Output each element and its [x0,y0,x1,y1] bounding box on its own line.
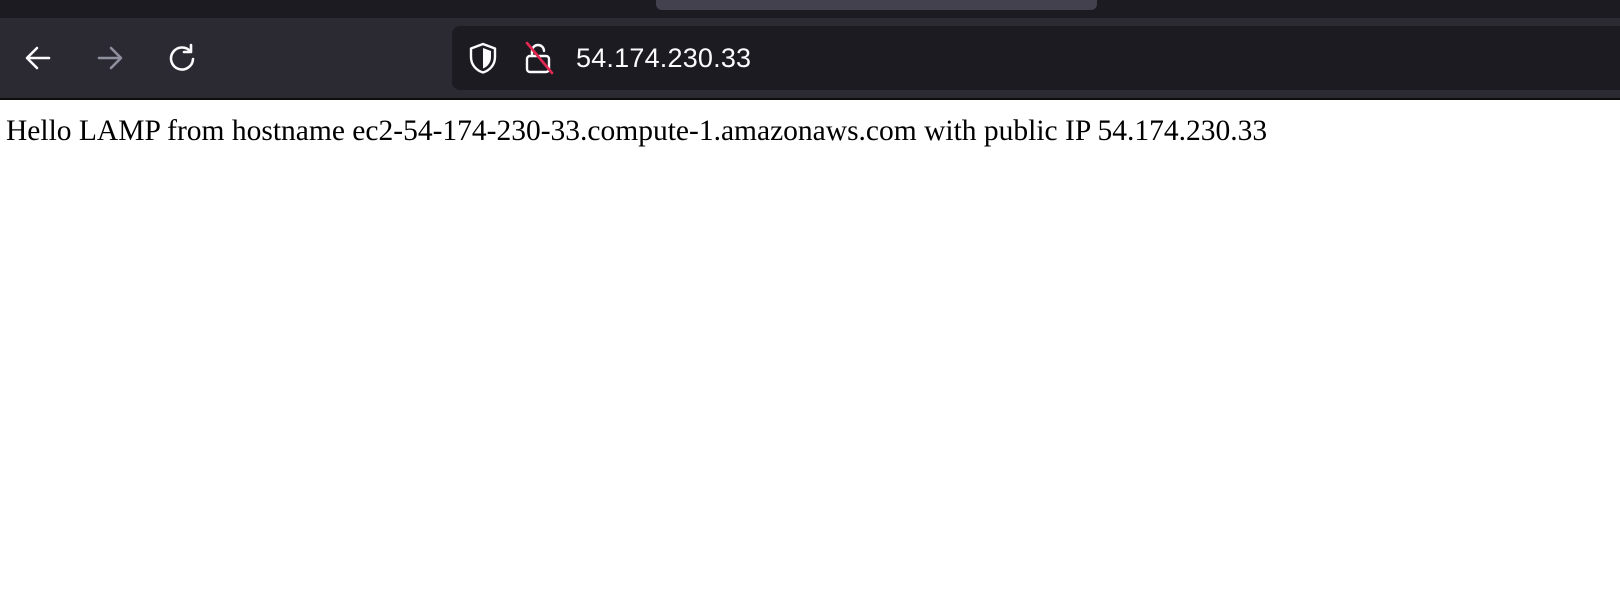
connection-security-button[interactable] [522,40,556,76]
address-bar[interactable]: 54.174.230.33 [452,26,1620,90]
hello-message: Hello LAMP from hostname ec2-54-174-230-… [6,115,1268,147]
shield-icon [469,42,497,74]
back-arrow-icon [25,46,51,70]
page-content: Hello LAMP from hostname ec2-54-174-230-… [0,100,1620,608]
reload-button[interactable] [164,40,200,76]
browser-window: 54.174.230.33 Hello LAMP from hostname e… [0,0,1620,608]
url-text[interactable]: 54.174.230.33 [576,42,751,74]
forward-button[interactable] [92,40,128,76]
reload-icon [169,43,195,71]
tab-strip [0,0,1620,18]
forward-arrow-icon [97,46,123,70]
tracking-protection-button[interactable] [466,41,500,75]
insecure-lock-icon [525,41,554,75]
active-tab[interactable] [656,0,1097,10]
navigation-toolbar: 54.174.230.33 [0,18,1620,100]
back-button[interactable] [20,40,56,76]
